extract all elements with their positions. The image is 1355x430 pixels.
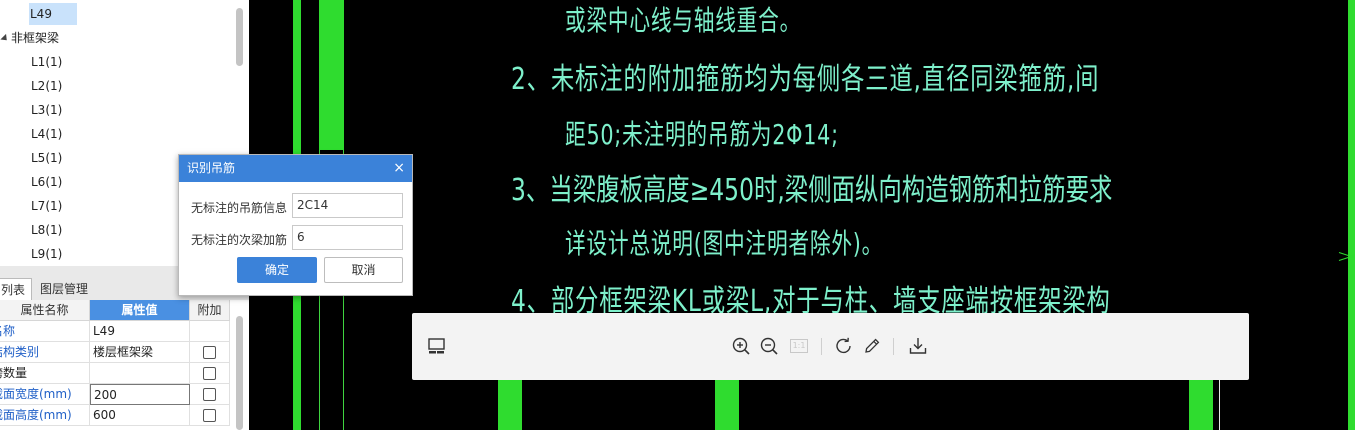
tree-group-label: 非框架梁: [11, 31, 60, 45]
note-line-3: 距50;未注明的吊筋为2Φ14;: [565, 118, 839, 151]
add-checkbox[interactable]: [203, 346, 216, 359]
tab-list[interactable]: 列表: [0, 278, 33, 300]
note-line-2: 2、未标注的附加箍筋均为每侧各三道,直径同梁箍筋,间: [511, 62, 1100, 97]
tree-item[interactable]: L7(1): [31, 195, 62, 217]
note-line-1: 或梁中心线与轴线重合。: [565, 4, 802, 37]
edit-icon[interactable]: [861, 335, 883, 357]
prop-name: 截面高度(mm): [0, 405, 90, 426]
add-checkbox[interactable]: [203, 409, 216, 422]
table-row: 名称 L49: [0, 321, 230, 342]
identify-hanger-dialog: 识别吊筋 × 无标注的吊筋信息 2C14 无标注的次梁加筋 6 确定 取消: [178, 154, 413, 296]
table-row: 截面高度(mm) 600: [0, 405, 230, 426]
tree-item[interactable]: L3(1): [31, 99, 62, 121]
thumbnail-icon[interactable]: [426, 335, 448, 357]
prop-add-cell: [190, 321, 230, 342]
beam-line: [1348, 0, 1355, 430]
hanger-info-input[interactable]: 2C14: [292, 193, 403, 218]
zoom-out-icon[interactable]: [758, 335, 780, 357]
cancel-button[interactable]: 取消: [324, 257, 403, 283]
download-icon[interactable]: [907, 335, 929, 357]
prop-value[interactable]: [90, 363, 190, 384]
field-label-hanger-info: 无标注的吊筋信息: [191, 201, 288, 215]
tree-group-non-frame-beam[interactable]: 非框架梁: [0, 27, 59, 49]
tree-item-selected[interactable]: L49: [29, 3, 77, 25]
prop-value-editing[interactable]: 200: [90, 384, 190, 405]
toolbar-divider: [893, 338, 894, 355]
prop-add-cell: [190, 384, 230, 405]
field-label-secondary-beam-stirrup: 无标注的次梁加筋: [191, 233, 288, 247]
add-checkbox[interactable]: [203, 388, 216, 401]
column-block: [498, 380, 522, 430]
note-line-5: 详设计总说明(图中注明者除外)。: [565, 227, 884, 260]
image-viewer-toolbar: 1:1: [412, 313, 1249, 380]
property-grid: 属性名称 属性值 附加 名称 L49 结构类别 楼层框架梁 跨数量 截面宽度(m…: [0, 300, 249, 430]
column-block: [715, 380, 739, 430]
prop-value[interactable]: 600: [90, 405, 190, 426]
tree-scrollbar[interactable]: [236, 8, 243, 66]
table-row: 跨数量: [0, 363, 230, 384]
prop-value[interactable]: L49: [90, 321, 190, 342]
table-row: 结构类别 楼层框架梁: [0, 342, 230, 363]
add-checkbox[interactable]: [203, 367, 216, 380]
secondary-beam-stirrup-input[interactable]: 6: [292, 225, 403, 250]
note-line-4: 3、当梁腹板高度≥450时,梁侧面纵向构造钢筋和拉筋要求: [511, 173, 1113, 208]
prop-name: 跨数量: [0, 363, 90, 384]
prop-add-cell: [190, 363, 230, 384]
actual-size-label: 1:1: [790, 339, 808, 353]
tree-item[interactable]: L9(1): [31, 243, 62, 265]
zoom-in-icon[interactable]: [730, 335, 752, 357]
rotate-icon[interactable]: [833, 335, 855, 357]
toolbar-divider: [821, 338, 822, 355]
props-scrollbar[interactable]: [236, 316, 243, 430]
table-row: 截面宽度(mm) 200: [0, 384, 230, 405]
tree-item[interactable]: L8(1): [31, 219, 62, 241]
actual-size-icon[interactable]: 1:1: [788, 335, 810, 357]
tab-layer-manager[interactable]: 图层管理: [34, 278, 94, 300]
ok-button[interactable]: 确定: [237, 257, 317, 283]
tree-item[interactable]: L5(1): [31, 147, 62, 169]
close-icon[interactable]: ×: [393, 155, 405, 182]
column-block: [1189, 380, 1213, 430]
col-header-name: 属性名称: [0, 300, 90, 321]
dialog-title-bar[interactable]: 识别吊筋 ×: [179, 155, 412, 182]
tree-item[interactable]: L2(1): [31, 75, 62, 97]
prop-add-cell: [190, 342, 230, 363]
col-header-value: 属性值: [90, 300, 190, 321]
col-header-add: 附加: [190, 300, 230, 321]
prop-value[interactable]: 楼层框架梁: [90, 342, 190, 363]
prop-add-cell: [190, 405, 230, 426]
tree-item[interactable]: L1(1): [31, 51, 62, 73]
prop-name: 结构类别: [0, 342, 90, 363]
prop-name: 截面宽度(mm): [0, 384, 90, 405]
column-block: [319, 0, 344, 150]
prop-name: 名称: [0, 321, 90, 342]
dialog-title: 识别吊筋: [187, 161, 236, 175]
axis-line: [1219, 380, 1220, 430]
tree-item[interactable]: L4(1): [31, 123, 62, 145]
tree-item[interactable]: L6(1): [31, 171, 62, 193]
expand-caret-icon[interactable]: [0, 33, 10, 44]
